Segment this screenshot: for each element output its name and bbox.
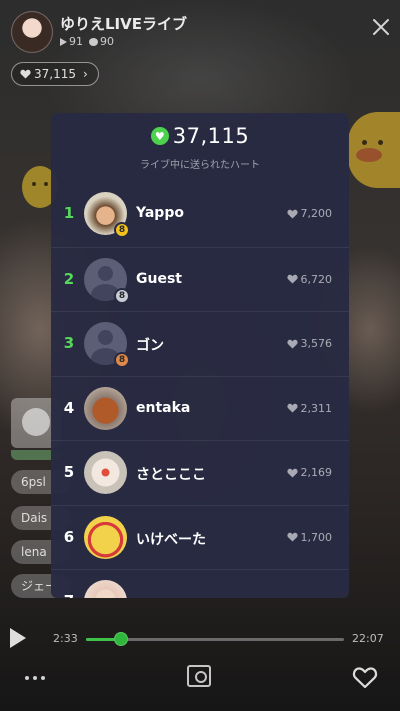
user-name: Guest <box>136 270 182 287</box>
heart-count-value: 3,576 <box>300 337 333 350</box>
user-heart-count: 3,576 <box>286 337 333 350</box>
ranking-row[interactable]: 7 <box>51 569 349 598</box>
user-avatar[interactable]: 8 <box>84 192 130 238</box>
live-header: ゆりえLIVEライブ 91 90 37,115 › <box>0 0 400 100</box>
user-heart-count: 1,700 <box>286 530 333 544</box>
seek-thumb[interactable] <box>114 632 129 646</box>
ranking-row[interactable]: 2 8 Guest 6,720 <box>51 246 349 312</box>
ranking-row[interactable]: 3 8 ゴン 3,576 <box>51 311 349 376</box>
avatar-image <box>84 386 127 430</box>
comment-count: 90 <box>89 35 114 48</box>
comment-icon <box>89 37 98 46</box>
heart-count-value: 6,720 <box>300 272 333 286</box>
ranking-row[interactable]: 4 entaka 2,311 <box>51 375 349 441</box>
play-count-icon <box>60 37 67 46</box>
rank-number: 5 <box>63 463 75 481</box>
heart-count-value: 7,200 <box>300 207 333 220</box>
user-name: いけべーた <box>136 531 206 548</box>
dot-icon <box>25 676 29 680</box>
chevron-right-icon: › <box>83 67 88 81</box>
user-name: さとこここ <box>136 467 206 483</box>
rank-number: 2 <box>63 269 75 288</box>
total-time: 22:07 <box>352 632 384 645</box>
host-name[interactable]: ゆりえLIVEライブ <box>60 13 187 34</box>
play-count: 91 <box>60 35 83 48</box>
user-heart-count: 6,720 <box>286 272 333 286</box>
play-count-value: 91 <box>69 35 83 48</box>
total-hearts-value: 37,115 <box>172 124 250 148</box>
ranking-list: 1 8 Yappo 7,200 2 8 Guest 6,720 3 8 ゴン 3,576 4 entaka… <box>51 182 349 598</box>
host-avatar[interactable] <box>11 11 53 53</box>
green-heart-icon: ♥ <box>150 127 169 145</box>
avatar-image <box>84 515 127 559</box>
heart-count-value: 2,169 <box>300 466 333 479</box>
user-avatar[interactable] <box>84 386 127 430</box>
close-button[interactable] <box>368 14 394 40</box>
seek-bar[interactable] <box>86 632 344 646</box>
more-options-button[interactable] <box>22 665 48 691</box>
heart-icon <box>286 274 298 284</box>
heart-icon <box>286 403 298 413</box>
user-avatar[interactable]: 8 <box>84 257 130 304</box>
dot-icon <box>33 676 37 680</box>
gold-medal-icon: 8 <box>114 222 130 238</box>
heart-count-value: 1,700 <box>300 530 333 544</box>
bronze-medal-icon: 8 <box>114 352 130 368</box>
avatar-image <box>84 451 127 494</box>
heart-icon <box>286 532 298 542</box>
rank-number: 4 <box>63 398 75 417</box>
ranking-row[interactable]: 1 8 Yappo 7,200 <box>51 182 349 247</box>
user-heart-count: 2,169 <box>286 466 333 479</box>
user-avatar[interactable] <box>84 515 127 559</box>
user-avatar[interactable]: 8 <box>84 322 130 368</box>
comment-count-value: 90 <box>100 35 114 48</box>
rank-number: 6 <box>63 527 75 546</box>
heart-count-pill[interactable]: 37,115 › <box>11 62 99 86</box>
heart-icon <box>286 468 298 478</box>
capture-button[interactable] <box>187 665 211 687</box>
heart-count-value: 37,115 <box>34 67 76 81</box>
user-avatar[interactable] <box>84 451 127 494</box>
heart-icon <box>286 209 298 219</box>
user-heart-count: 7,200 <box>286 207 333 220</box>
user-avatar[interactable] <box>84 580 127 598</box>
user-name: Yappo <box>136 205 184 221</box>
avatar-image <box>84 580 127 598</box>
ranking-caption: ライブ中に送られたハート <box>140 160 260 171</box>
like-button[interactable] <box>352 666 378 690</box>
silver-medal-icon: 8 <box>114 287 130 304</box>
heart-icon <box>286 339 298 349</box>
heart-outline-icon <box>352 667 378 689</box>
total-hearts: ♥ 37,115 <box>0 124 400 148</box>
heart-icon <box>20 69 31 79</box>
rank-number: 7 <box>62 592 76 598</box>
ranking-row[interactable]: 6 いけべーた 1,700 <box>51 504 349 570</box>
rank-number: 3 <box>63 334 75 352</box>
rank-number: 1 <box>63 204 75 222</box>
current-time: 2:33 <box>53 632 78 645</box>
ranking-row[interactable]: 5 さとこここ 2,169 <box>51 440 349 505</box>
heart-count-value: 2,311 <box>300 401 333 415</box>
user-heart-count: 2,311 <box>286 401 333 415</box>
play-button[interactable] <box>10 628 26 648</box>
host-stats: 91 90 <box>60 35 114 48</box>
close-icon <box>373 19 389 35</box>
user-name: entaka <box>136 399 191 416</box>
dot-icon <box>41 676 45 680</box>
user-name: ゴン <box>136 338 164 354</box>
